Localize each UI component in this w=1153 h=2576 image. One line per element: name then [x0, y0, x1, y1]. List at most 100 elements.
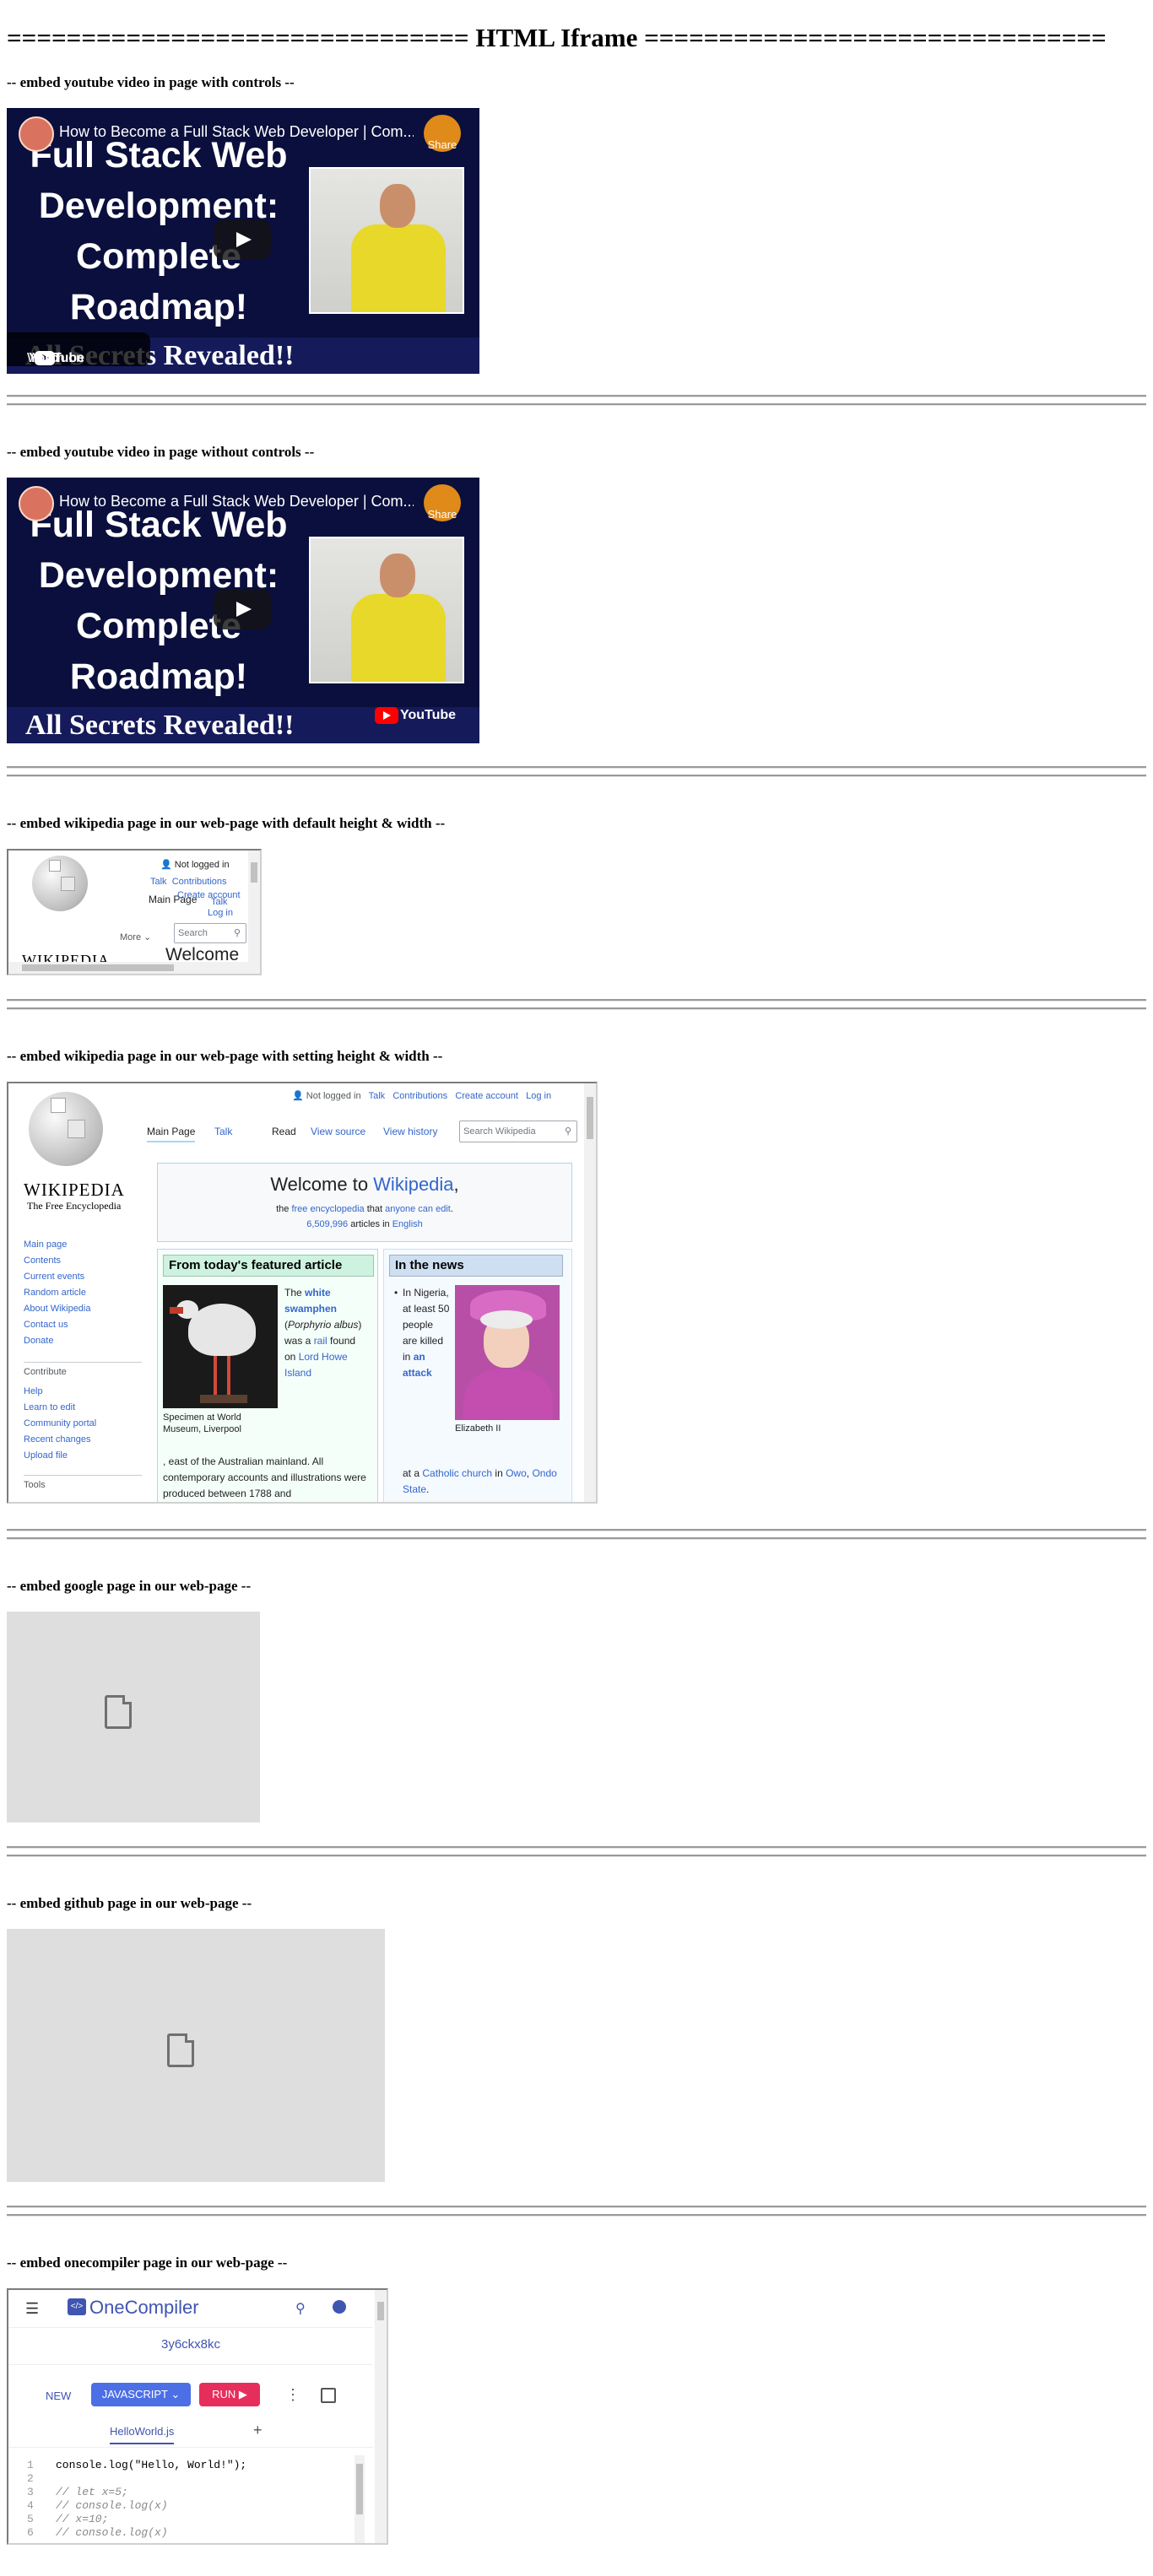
vertical-scrollbar[interactable]	[584, 1083, 596, 1502]
wikipedia-tagline: The Free Encyclopedia	[27, 1200, 122, 1212]
chevron-down-icon: ⌄	[171, 2388, 181, 2400]
watch-on-youtube-button[interactable]: Watch on YouTube	[7, 332, 150, 366]
create-account-link[interactable]: Create account	[455, 1091, 518, 1101]
divider	[7, 395, 1146, 397]
play-button[interactable]	[214, 219, 271, 260]
sidebar-item-upload-file[interactable]: Upload file	[24, 1448, 96, 1464]
wikipedia-iframe-sized[interactable]: WIKIPEDIA The Free Encyclopedia Main pag…	[7, 1082, 598, 1504]
catholic-church-link[interactable]: Catholic church	[422, 1467, 492, 1479]
tools-heading: Tools	[24, 1480, 46, 1490]
editor-scrollbar[interactable]	[355, 2455, 365, 2543]
sidebar-item-contents[interactable]: Contents	[24, 1253, 91, 1269]
sidebar-item-main-page[interactable]: Main page	[24, 1237, 91, 1253]
section-heading-github: -- embed github page in our web-page --	[7, 1895, 252, 1911]
divider	[7, 1855, 1146, 1857]
divider	[7, 1529, 1146, 1531]
video-title-link[interactable]: How to Become a Full Stack Web Developer…	[59, 123, 414, 141]
sidebar-item-current-events[interactable]: Current events	[24, 1269, 91, 1285]
in-the-news-box: In the news Elizabeth II • In Nigeria, at…	[383, 1249, 572, 1502]
add-tab-icon[interactable]: +	[253, 2422, 263, 2439]
onecompiler-logo-icon: </>	[68, 2298, 86, 2315]
sidebar-item-help[interactable]: Help	[24, 1384, 96, 1400]
theme-toggle-icon[interactable]	[333, 2300, 346, 2314]
tab-main-page[interactable]: Main Page	[147, 1126, 196, 1142]
featured-text-rest: , east of the Australian mainland. All c…	[163, 1455, 366, 1499]
wikipedia-globe-logo[interactable]	[29, 1092, 103, 1166]
wikipedia-iframe-default[interactable]: WIKIPEDIA 👤 Not logged in Talk Contribut…	[7, 849, 262, 975]
section-heading-youtube-no-controls: -- embed youtube video in page without c…	[7, 444, 315, 460]
onecompiler-iframe[interactable]: ☰ </> OneCompiler ⚲ 3y6ckx8kc NEW JAVASC…	[7, 2288, 388, 2545]
talk-link[interactable]: Talk	[150, 877, 167, 887]
sidebar-item-donate[interactable]: Donate	[24, 1333, 91, 1349]
more-menu[interactable]: More ⌄	[120, 932, 151, 942]
divider	[7, 999, 1146, 1002]
search-input[interactable]: Search ⚲	[174, 923, 246, 943]
contributions-link[interactable]: Contributions	[392, 1091, 447, 1101]
featured-image[interactable]	[163, 1285, 278, 1408]
share-button[interactable]: Share	[424, 484, 461, 521]
sad-page-icon	[167, 2033, 194, 2067]
youtube-iframe-without-controls[interactable]: Full Stack Web Development: Complete Roadma…	[7, 478, 479, 743]
code-editor[interactable]: 1 console.log("Hello, World!"); 2 3// let…	[8, 2459, 355, 2540]
code-id[interactable]: 3y6ckx8kc	[8, 2337, 373, 2352]
language-select[interactable]: JAVASCRIPT ⌄	[91, 2383, 191, 2406]
new-button[interactable]: NEW	[46, 2390, 71, 2402]
news-heading: In the news	[389, 1255, 563, 1277]
sidebar-item-random-article[interactable]: Random article	[24, 1285, 91, 1301]
wikipedia-globe-logo[interactable]	[32, 856, 88, 911]
vertical-scrollbar[interactable]	[375, 2290, 387, 2543]
sidebar-item-community-portal[interactable]: Community portal	[24, 1416, 96, 1432]
contribute-heading: Contribute	[24, 1367, 67, 1377]
menu-icon[interactable]: ☰	[25, 2300, 39, 2318]
github-iframe-blocked[interactable]	[7, 1929, 385, 2182]
sidebar-item-learn-to-edit[interactable]: Learn to edit	[24, 1400, 96, 1416]
section-heading-wiki-sized: -- embed wikipedia page in our web-page …	[7, 1048, 443, 1064]
create-account-link[interactable]: Create account	[177, 890, 241, 900]
free-encyclopedia-link[interactable]: free encyclopedia	[291, 1204, 364, 1214]
sidebar-item-about[interactable]: About Wikipedia	[24, 1301, 91, 1317]
tab-talk[interactable]: Talk	[211, 897, 228, 907]
rail-link[interactable]: rail	[314, 1335, 327, 1347]
tab-read[interactable]: Read	[272, 1126, 296, 1137]
youtube-logo[interactable]: YouTube	[375, 707, 456, 724]
news-item-rest: at a Catholic church in Owo, Ondo State.	[403, 1467, 557, 1495]
article-count-link[interactable]: 6,509,996	[306, 1219, 348, 1229]
anyone-can-edit-link[interactable]: anyone can edit	[385, 1204, 451, 1214]
channel-avatar[interactable]	[19, 486, 54, 521]
contributions-link[interactable]: Contributions	[172, 877, 227, 887]
log-in-link[interactable]: Log in	[208, 908, 233, 918]
wikipedia-wordmark: WIKIPEDIA	[24, 1180, 125, 1200]
owo-link[interactable]: Owo	[506, 1467, 527, 1479]
horizontal-scrollbar[interactable]	[8, 962, 260, 974]
google-iframe-blocked[interactable]	[7, 1612, 260, 1823]
file-tab[interactable]: HelloWorld.js	[110, 2425, 175, 2444]
sidebar-item-contact[interactable]: Contact us	[24, 1317, 91, 1333]
video-title-link[interactable]: How to Become a Full Stack Web Developer…	[59, 493, 414, 510]
personal-tools: 👤 Not logged in Talk Contributions Creat…	[292, 1091, 552, 1101]
welcome-banner: Welcome to Wikipedia, the free encyclope…	[157, 1163, 572, 1242]
talk-link[interactable]: Talk	[369, 1091, 386, 1101]
sidebar-item-recent-changes[interactable]: Recent changes	[24, 1432, 96, 1448]
run-button[interactable]: RUN ▶	[199, 2383, 260, 2406]
vertical-scrollbar[interactable]	[248, 851, 260, 962]
fullscreen-icon[interactable]	[321, 2388, 336, 2403]
search-input[interactable]: Search Wikipedia ⚲	[459, 1121, 577, 1142]
play-button[interactable]	[214, 589, 271, 629]
tab-view-history[interactable]: View history	[383, 1126, 437, 1137]
tab-view-source[interactable]: View source	[311, 1126, 365, 1137]
share-button[interactable]: Share	[424, 115, 461, 152]
english-link[interactable]: English	[392, 1219, 423, 1229]
onecompiler-brand[interactable]: OneCompiler	[89, 2297, 199, 2319]
search-icon[interactable]: ⚲	[295, 2300, 306, 2317]
divider	[7, 1007, 1146, 1010]
thumbnail-banner: All Secrets Revealed!!	[25, 710, 295, 741]
log-in-link[interactable]: Log in	[526, 1091, 551, 1101]
tab-talk[interactable]: Talk	[214, 1126, 232, 1137]
presenter-image	[309, 167, 464, 314]
channel-avatar[interactable]	[19, 116, 54, 152]
divider	[7, 1846, 1146, 1849]
more-options-icon[interactable]: ⋮	[285, 2386, 300, 2404]
youtube-iframe-with-controls[interactable]: Full Stack Web Development: Complete Roadma…	[7, 108, 479, 374]
welcome-heading: Welcome to Wikipedia,	[270, 1174, 459, 1195]
news-image[interactable]	[455, 1285, 560, 1420]
